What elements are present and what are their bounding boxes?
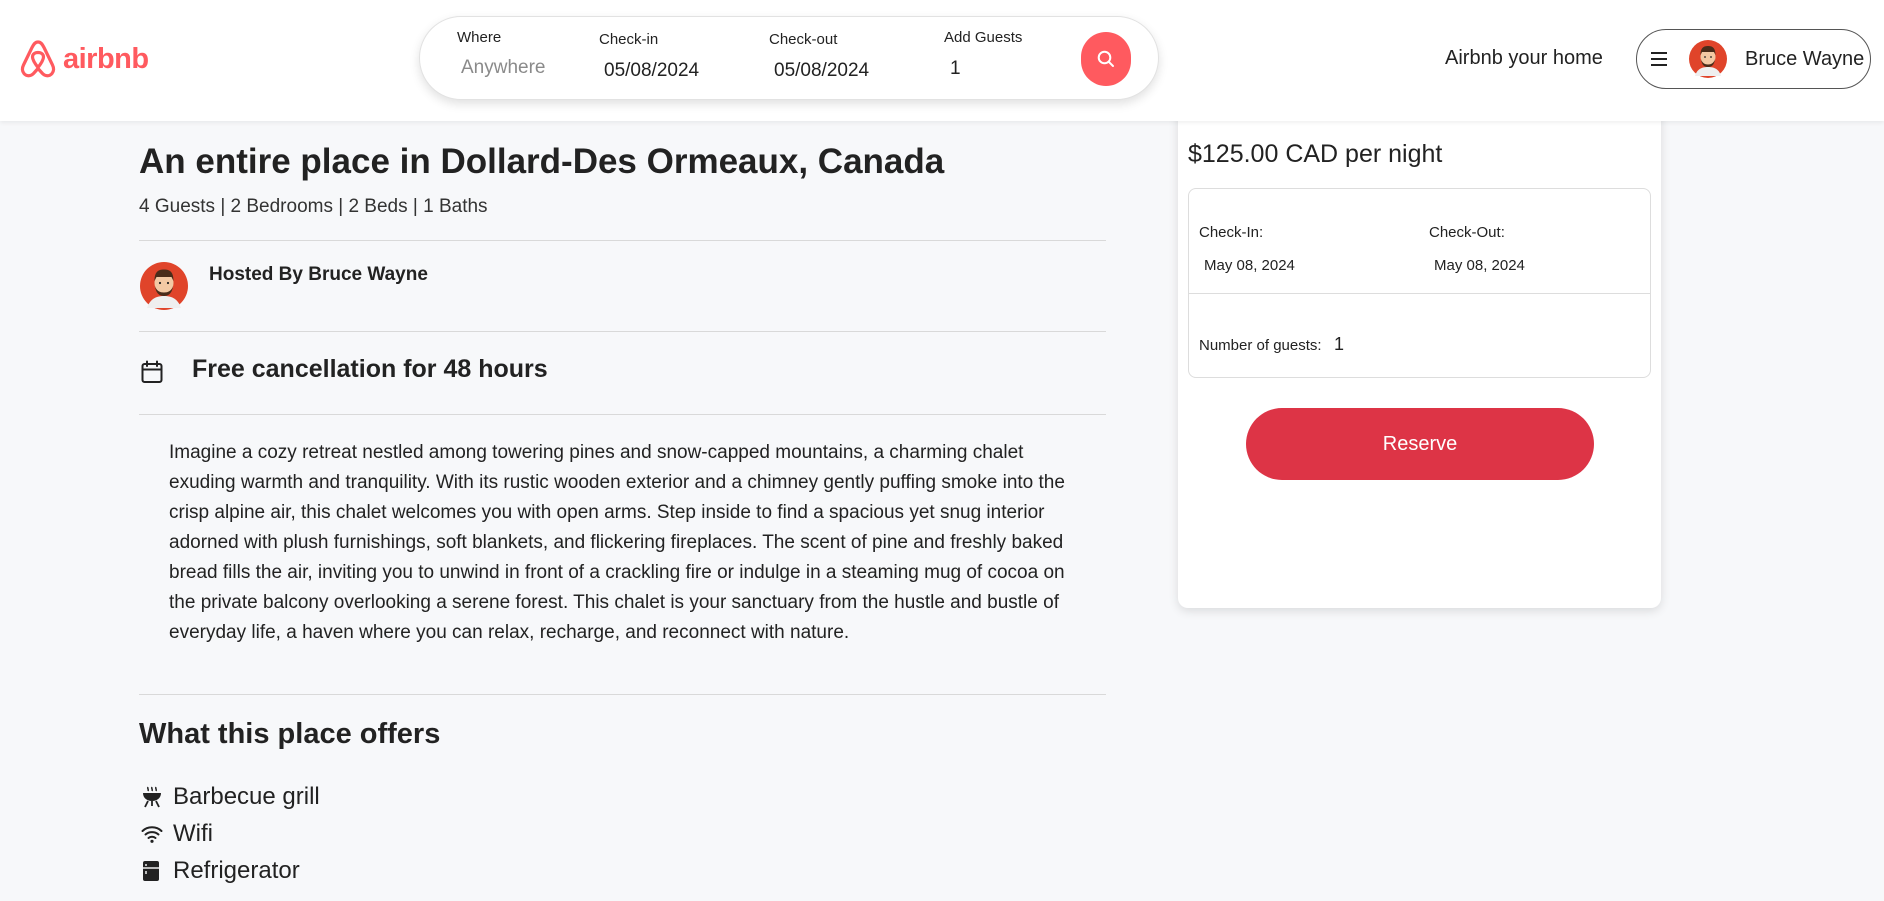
- checkin-field[interactable]: Check-in 05/08/2024: [599, 31, 699, 82]
- amenity-item: Barbecue grill: [141, 778, 320, 815]
- airbnb-logo[interactable]: airbnb: [19, 38, 149, 80]
- guests-input[interactable]: 1: [950, 58, 1022, 80]
- hosted-by-label: Hosted By Bruce Wayne: [209, 264, 428, 285]
- where-label: Where: [457, 29, 502, 46]
- amenity-label: Barbecue grill: [173, 782, 320, 810]
- amenities-heading: What this place offers: [139, 718, 441, 750]
- refrigerator-icon: [143, 860, 159, 881]
- checkout-label: Check-Out:: [1429, 224, 1505, 241]
- where-input[interactable]: Anywhere: [461, 57, 546, 79]
- divider: [139, 331, 1106, 332]
- listing-details: 4 Guests | 2 Bedrooms | 2 Beds | 1 Baths: [139, 196, 488, 217]
- top-navbar: airbnb Where Anywhere Check-in 05/08/202…: [0, 0, 1884, 121]
- divider: [1189, 293, 1650, 294]
- checkout-input[interactable]: 05/08/2024: [774, 60, 869, 82]
- cancellation-policy: Free cancellation for 48 hours: [192, 355, 548, 383]
- listing-description: Imagine a cozy retreat nestled among tow…: [169, 442, 1065, 643]
- guests-label: Add Guests: [944, 29, 1023, 46]
- host-avatar: [140, 262, 188, 310]
- amenity-label: Refrigerator: [173, 856, 300, 884]
- divider: [139, 240, 1106, 241]
- guests-field[interactable]: Add Guests 1: [944, 29, 1022, 80]
- checkout-date: May 08, 2024: [1434, 257, 1525, 274]
- where-field[interactable]: Where Anywhere: [457, 29, 546, 79]
- checkin-date: May 08, 2024: [1204, 257, 1295, 274]
- search-bar[interactable]: Where Anywhere Check-in 05/08/2024 Check…: [419, 16, 1159, 100]
- checkout-field[interactable]: Check-out 05/08/2024: [769, 31, 869, 82]
- checkin-input[interactable]: 05/08/2024: [604, 60, 699, 82]
- user-menu-button[interactable]: Bruce Wayne: [1636, 29, 1871, 89]
- amenities-list: Barbecue grill Wifi Refrigerator: [141, 778, 320, 889]
- grill-icon: [143, 786, 161, 807]
- divider: [139, 414, 1106, 415]
- wifi-icon: [141, 825, 163, 843]
- amenity-item: Wifi: [141, 815, 320, 852]
- hamburger-icon: [1651, 52, 1667, 66]
- number-of-guests-label: Number of guests:: [1199, 337, 1322, 354]
- logo-text: airbnb: [63, 42, 149, 75]
- divider: [139, 694, 1106, 695]
- search-icon: [1097, 50, 1114, 67]
- amenity-item: Refrigerator: [141, 852, 320, 889]
- number-of-guests-value: 1: [1334, 334, 1345, 354]
- avatar: [1689, 40, 1727, 78]
- airbnb-logo-icon: [20, 40, 56, 78]
- booking-details-box: Check-In: May 08, 2024 Check-Out: May 08…: [1188, 188, 1651, 378]
- booking-card: $125.00 CAD per night Check-In: May 08, …: [1178, 100, 1661, 608]
- search-button[interactable]: [1081, 32, 1131, 86]
- calendar-icon: [141, 360, 163, 383]
- reserve-button[interactable]: Reserve: [1246, 408, 1594, 480]
- checkout-label: Check-out: [769, 31, 838, 48]
- amenity-label: Wifi: [173, 819, 213, 847]
- nightly-price: $125.00 CAD per night: [1188, 140, 1443, 168]
- listing-title: An entire place in Dollard-Des Ormeaux, …: [139, 142, 945, 181]
- user-name: Bruce Wayne: [1745, 48, 1865, 70]
- checkin-label: Check-In:: [1199, 224, 1264, 241]
- airbnb-your-home-link[interactable]: Airbnb your home: [1445, 47, 1603, 70]
- checkin-label: Check-in: [599, 31, 659, 48]
